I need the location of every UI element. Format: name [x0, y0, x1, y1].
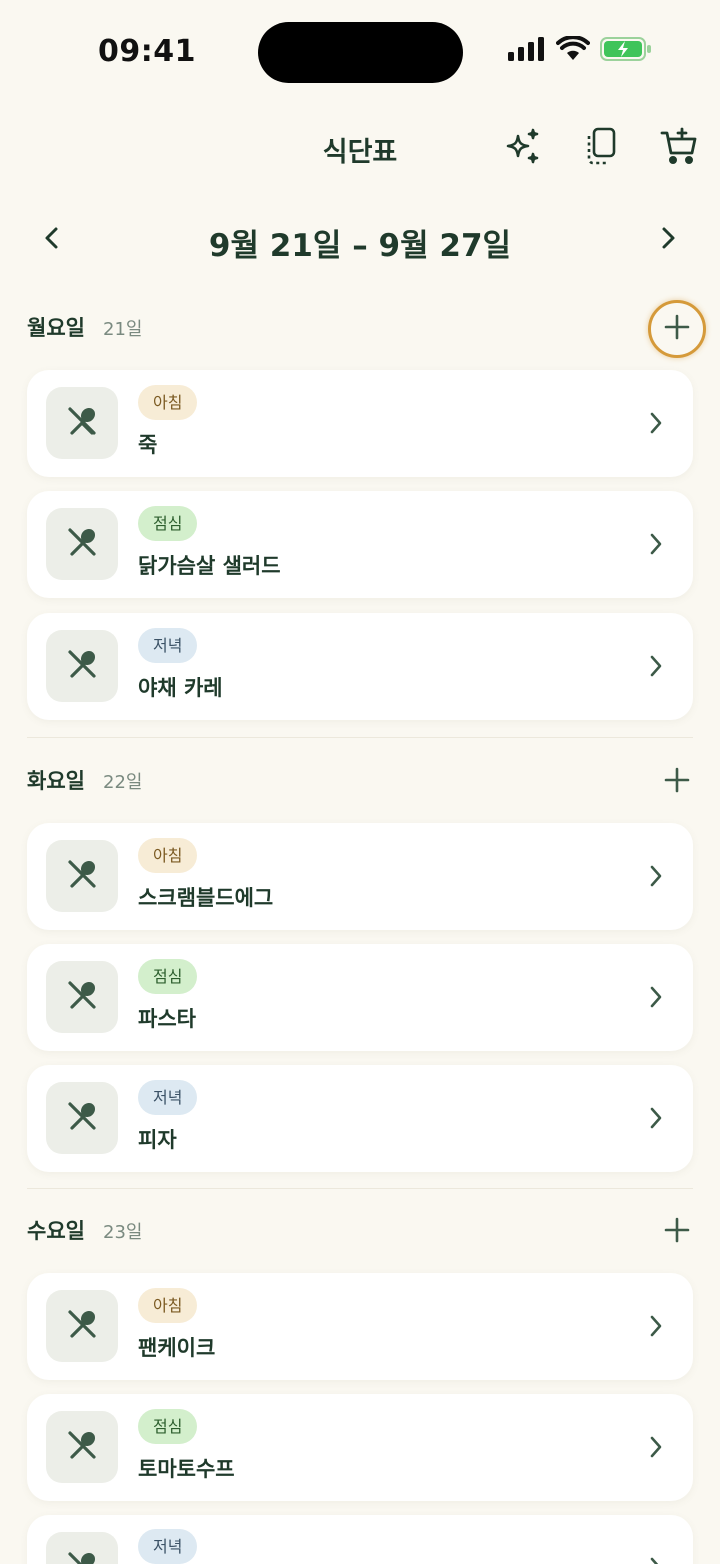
meal-type-badge: 저녁	[138, 1080, 198, 1115]
status-time: 09:41	[98, 34, 196, 69]
ai-suggest-button[interactable]	[499, 124, 547, 172]
meal-thumbnail	[46, 840, 118, 912]
wifi-icon	[556, 35, 590, 66]
meal-type-badge: 아침	[138, 385, 198, 420]
signal-icon	[508, 37, 546, 65]
utensils-icon	[65, 404, 99, 442]
chevron-right-icon	[641, 1103, 671, 1133]
meal-thumbnail	[46, 1082, 118, 1154]
meal-card[interactable]: 아침 팬케이크	[27, 1273, 693, 1380]
chevron-right-icon	[641, 529, 671, 559]
divider	[27, 1188, 693, 1189]
add-to-cart-button[interactable]	[655, 124, 703, 172]
meal-thumbnail	[46, 387, 118, 459]
meal-name: 야채 카레	[138, 676, 223, 700]
meal-name: 피자	[138, 1128, 177, 1152]
utensils-icon	[65, 978, 99, 1016]
next-week-button[interactable]	[644, 216, 692, 264]
utensils-icon	[65, 1307, 99, 1345]
meal-name: 스크램블드에그	[138, 886, 274, 910]
meal-name: 토마토수프	[138, 1457, 235, 1481]
day-name: 화요일	[27, 769, 85, 793]
meal-thumbnail	[46, 961, 118, 1033]
status-icons	[508, 35, 652, 66]
meal-thumbnail	[46, 630, 118, 702]
meal-type-badge: 점심	[138, 506, 198, 541]
plus-icon	[663, 313, 691, 345]
meal-card[interactable]: 점심 닭가슴살 샐러드	[27, 491, 693, 598]
meal-card[interactable]: 아침 스크램블드에그	[27, 823, 693, 930]
add-meal-button[interactable]	[648, 1203, 706, 1261]
meal-thumbnail	[46, 508, 118, 580]
nav-bar: 식단표	[0, 110, 720, 182]
utensils-icon	[65, 1099, 99, 1137]
day-header-wednesday: 수요일 23일	[27, 1205, 693, 1255]
chevron-right-icon	[641, 861, 671, 891]
meal-type-badge: 아침	[138, 1288, 198, 1323]
status-bar: 09:41	[0, 0, 720, 100]
meal-card[interactable]: 저녁 피자	[27, 1065, 693, 1172]
chevron-right-icon	[641, 651, 671, 681]
utensils-icon	[65, 1549, 99, 1564]
chevron-right-icon	[658, 225, 678, 255]
meal-name: 닭가슴살 샐러드	[138, 554, 281, 578]
copy-week-button[interactable]	[577, 124, 625, 172]
meal-type-badge: 점심	[138, 959, 198, 994]
chevron-right-icon	[641, 982, 671, 1012]
plus-icon	[663, 1216, 691, 1248]
meal-card[interactable]: 점심 토마토수프	[27, 1394, 693, 1501]
battery-charging-icon	[600, 36, 652, 66]
day-date: 23일	[103, 1222, 143, 1243]
day-date: 21일	[103, 319, 143, 340]
utensils-icon	[65, 525, 99, 563]
meal-type-badge: 저녁	[138, 628, 198, 663]
meal-card[interactable]: 점심 파스타	[27, 944, 693, 1051]
add-meal-button[interactable]	[648, 753, 706, 811]
meal-card[interactable]: 아침 죽	[27, 370, 693, 477]
plus-icon	[663, 766, 691, 798]
meal-name: 죽	[138, 433, 158, 457]
meal-thumbnail	[46, 1532, 118, 1564]
day-name: 수요일	[27, 1219, 85, 1243]
utensils-icon	[65, 647, 99, 685]
meal-card[interactable]: 저녁 야채 카레	[27, 613, 693, 720]
divider	[27, 737, 693, 738]
meal-thumbnail	[46, 1290, 118, 1362]
sparkles-icon	[503, 126, 543, 170]
meal-name: 파스타	[138, 1007, 196, 1031]
utensils-icon	[65, 1428, 99, 1466]
meal-name: 팬케이크	[138, 1336, 216, 1360]
meal-type-badge: 아침	[138, 838, 198, 873]
day-date: 22일	[103, 772, 143, 793]
cart-add-icon	[659, 126, 699, 170]
dynamic-island	[258, 22, 463, 83]
chevron-right-icon	[641, 408, 671, 438]
meal-thumbnail	[46, 1411, 118, 1483]
meal-type-badge: 저녁	[138, 1529, 198, 1564]
meal-type-badge: 점심	[138, 1409, 198, 1444]
day-header-monday: 월요일 21일	[27, 300, 706, 358]
week-range-title: 9월 21일 – 9월 27일	[208, 228, 512, 264]
utensils-icon	[65, 857, 99, 895]
day-header-tuesday: 화요일 22일	[27, 755, 693, 805]
chevron-right-icon	[641, 1553, 671, 1564]
meal-card[interactable]: 저녁	[27, 1515, 693, 1564]
copy-icon	[583, 126, 619, 170]
week-navigator: 9월 21일 – 9월 27일	[0, 210, 720, 270]
day-name: 월요일	[27, 316, 85, 340]
chevron-right-icon	[641, 1432, 671, 1462]
chevron-right-icon	[641, 1311, 671, 1341]
add-meal-button[interactable]	[648, 300, 706, 358]
